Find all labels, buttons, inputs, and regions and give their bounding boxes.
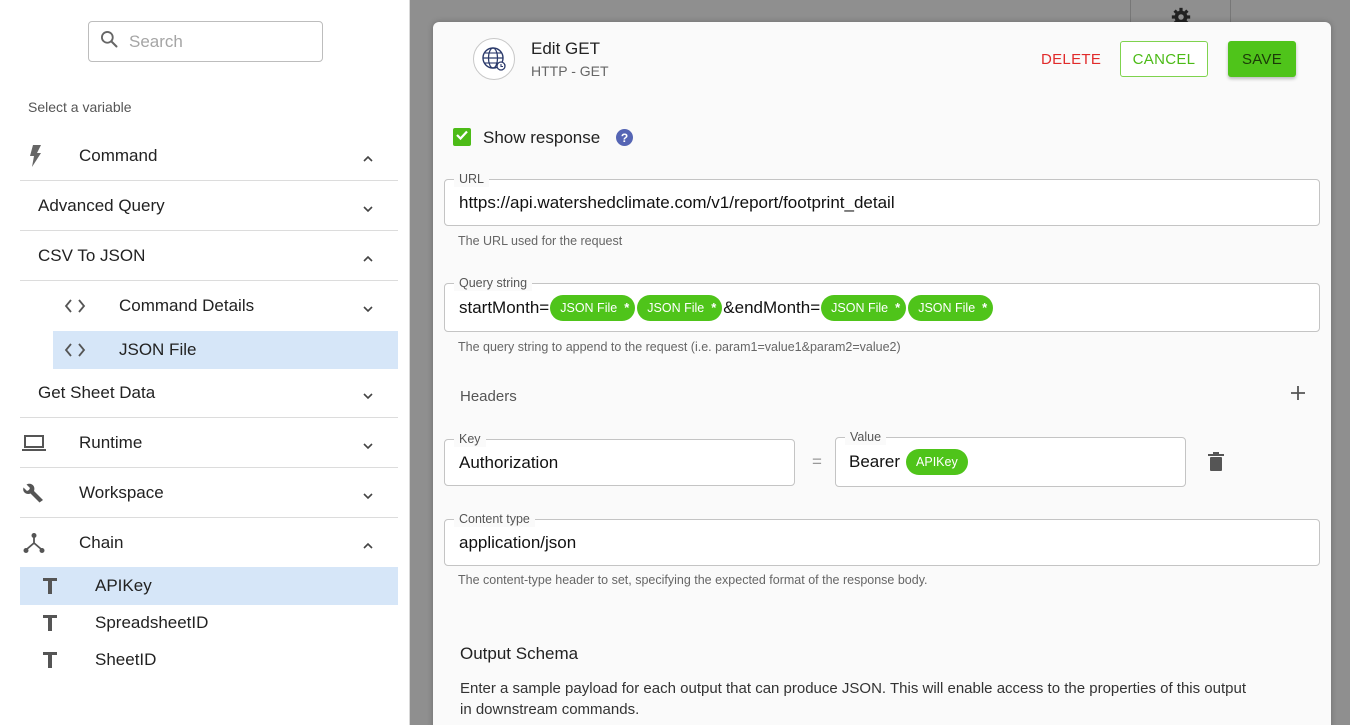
chevron-down-icon (362, 387, 374, 399)
variable-chip-json-file[interactable]: JSON File * (821, 294, 907, 321)
sidebar-item-runtime[interactable]: Runtime (20, 418, 398, 468)
content-type-field[interactable]: Content type application/json (444, 511, 1320, 566)
chevron-down-icon (362, 487, 374, 499)
help-icon[interactable]: ? (616, 129, 633, 146)
url-field-label: URL (454, 171, 490, 187)
chevron-up-icon (362, 537, 374, 549)
equals-sign: = (812, 452, 822, 471)
content-type-hint: The content-type header to set, specifyi… (458, 573, 928, 587)
text-type-icon (42, 614, 58, 632)
sidebar-item-label: SpreadsheetID (95, 613, 209, 632)
dialog-title: Edit GET (531, 39, 600, 58)
chip-label: JSON File (647, 300, 705, 315)
code-icon (64, 298, 86, 314)
chip-star: * (982, 300, 988, 315)
headers-label: Headers (460, 388, 517, 405)
sidebar-item-get-sheet-data[interactable]: Get Sheet Data (20, 368, 398, 418)
edit-get-dialog: Edit GET HTTP - GET DELETE CANCEL SAVE S… (433, 22, 1331, 725)
sidebar-item-label: Command (79, 145, 158, 165)
query-string-field[interactable]: Query string startMonth= JSON File * JSON… (444, 275, 1320, 332)
header-key-value: Authorization (459, 452, 559, 472)
output-schema-description: Enter a sample payload for each output t… (460, 680, 1247, 718)
sidebar-item-label: Get Sheet Data (38, 382, 156, 402)
sidebar-item-label: Runtime (79, 432, 143, 452)
sidebar-item-apikey[interactable]: APIKey (20, 567, 398, 605)
header-value-field[interactable]: Value Bearer APIKey (835, 429, 1186, 487)
sidebar-item-spreadsheetid[interactable]: SpreadsheetID (20, 604, 398, 642)
chip-star: * (624, 300, 630, 315)
chip-star: * (711, 300, 717, 315)
sidebar-item-label: SheetID (95, 650, 157, 669)
checkmark-icon (455, 128, 469, 147)
content-type-label: Content type (454, 511, 535, 527)
content-type-value: application/json (459, 532, 577, 552)
sidebar-item-json-file[interactable]: JSON File (53, 331, 398, 369)
query-string-hint: The query string to append to the reques… (458, 340, 901, 354)
show-response-label: Show response (483, 128, 601, 147)
url-field[interactable]: URL https://api.watershedclimate.com/v1/… (444, 171, 1320, 226)
code-icon (64, 342, 86, 358)
show-response-checkbox[interactable] (453, 128, 471, 146)
search-input[interactable] (129, 31, 309, 52)
delete-header-icon[interactable] (1207, 452, 1225, 472)
output-schema-title: Output Schema (460, 644, 579, 663)
select-variable-label: Select a variable (28, 99, 132, 115)
search-icon (99, 29, 119, 54)
header-key-field[interactable]: Key Authorization (444, 431, 795, 486)
chip-star: * (895, 300, 901, 315)
sidebar-item-chain[interactable]: Chain (20, 518, 398, 568)
chip-label: JSON File (560, 300, 618, 315)
sidebar-item-label: APIKey (95, 576, 152, 595)
variable-sidebar: Select a variable Command Advanced Query… (0, 0, 410, 725)
sidebar-item-label: Workspace (79, 482, 164, 502)
header-key-label: Key (454, 431, 486, 447)
dialog-subtitle: HTTP - GET (531, 63, 609, 79)
fork-icon (23, 532, 45, 554)
cancel-button[interactable]: CANCEL (1120, 41, 1208, 77)
gear-icon (1170, 0, 1192, 27)
variable-chip-json-file[interactable]: JSON File * (908, 294, 994, 321)
chip-label: JSON File (831, 300, 889, 315)
sidebar-item-command-details[interactable]: Command Details (20, 281, 398, 331)
sidebar-item-workspace[interactable]: Workspace (20, 468, 398, 518)
save-button[interactable]: SAVE (1228, 41, 1296, 77)
query-string-label: Query string (454, 275, 533, 291)
chevron-down-icon (362, 300, 374, 313)
chip-label: JSON File (918, 300, 976, 315)
chevron-up-icon (362, 150, 374, 162)
settings-tab[interactable] (1130, 0, 1231, 27)
sidebar-item-command[interactable]: Command (20, 131, 398, 181)
chevron-up-icon (362, 250, 374, 262)
url-hint: The URL used for the request (458, 234, 623, 248)
laptop-icon (21, 433, 47, 453)
add-header-icon[interactable] (1288, 383, 1308, 403)
sidebar-item-csv-to-json[interactable]: CSV To JSON (20, 231, 398, 281)
variable-chip-apikey[interactable]: APIKey (906, 449, 968, 475)
chevron-down-icon (362, 200, 374, 212)
delete-button[interactable]: DELETE (1033, 41, 1109, 77)
header-value-text: Bearer (849, 452, 901, 471)
sidebar-item-label: CSV To JSON (38, 245, 146, 265)
sidebar-item-advanced-query[interactable]: Advanced Query (20, 181, 398, 231)
sidebar-item-label: Command Details (119, 296, 255, 315)
lightning-icon (26, 144, 46, 168)
search-box[interactable] (88, 21, 323, 62)
text-type-icon (42, 577, 58, 595)
text-type-icon (42, 651, 58, 669)
header-value-label: Value (845, 429, 887, 445)
variable-chip-json-file[interactable]: JSON File * (550, 294, 636, 321)
wrench-icon (22, 481, 46, 505)
variable-chip-json-file[interactable]: JSON File * (637, 294, 723, 321)
query-text-start: startMonth= (459, 297, 550, 317)
globe-icon (473, 38, 515, 80)
sidebar-item-label: Advanced Query (38, 195, 165, 215)
chevron-down-icon (362, 437, 374, 449)
sidebar-item-label: JSON File (119, 340, 197, 359)
sidebar-item-sheetid[interactable]: SheetID (20, 641, 398, 679)
query-text-end: &endMonth= (723, 297, 821, 317)
url-value: https://api.watershedclimate.com/v1/repo… (459, 192, 895, 212)
sidebar-item-label: Chain (79, 533, 124, 552)
